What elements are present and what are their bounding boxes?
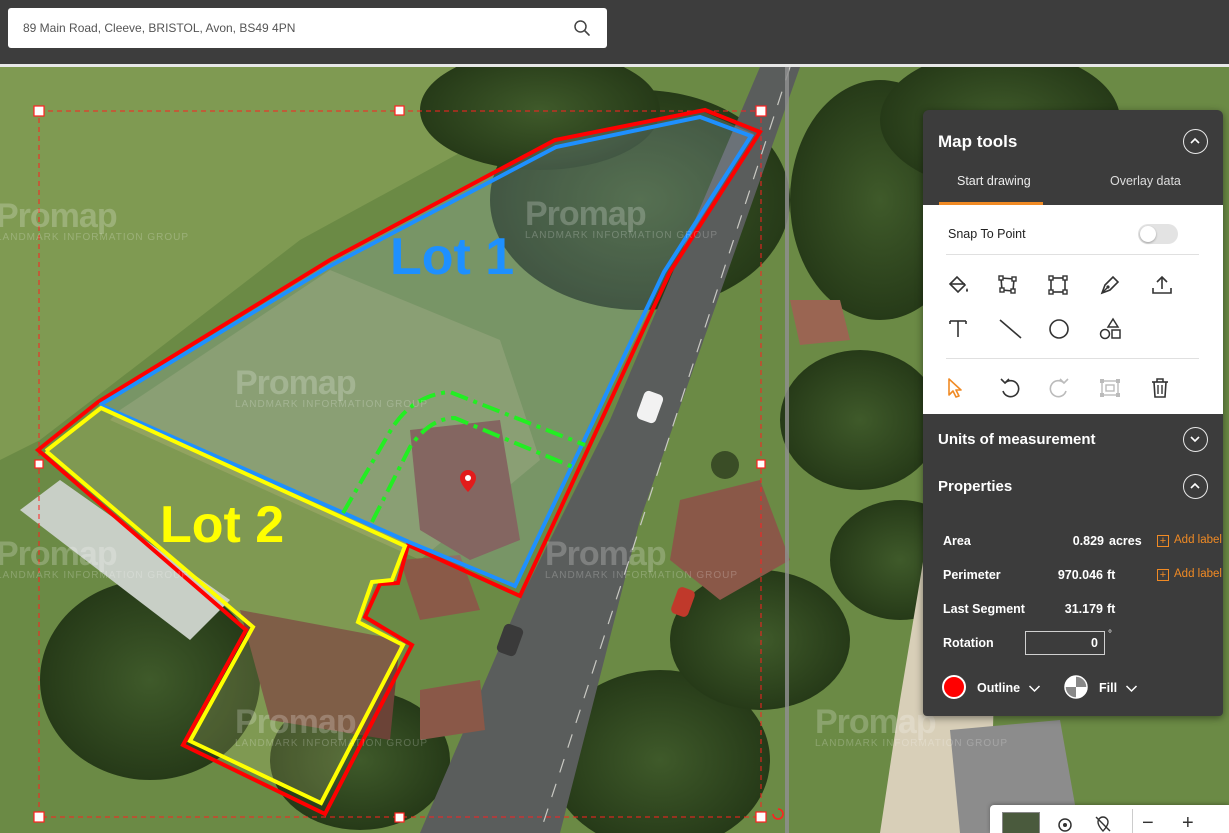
units-of-measurement-title[interactable]: Units of measurement [938,431,1096,448]
undo-button[interactable] [996,374,1024,402]
text-tool-button[interactable] [944,315,972,343]
select-area-button[interactable] [1096,374,1124,402]
pen-tool-button[interactable] [1096,271,1124,299]
expand-units-button[interactable] [1183,427,1208,452]
area-add-label-button[interactable]: + Add label [1157,534,1222,547]
undo-icon [1000,378,1020,398]
select-cursor-button[interactable] [941,374,969,402]
area-unit: acres [1109,534,1142,548]
rectangle-tool-button[interactable] [1044,271,1072,299]
outline-label[interactable]: Outline [977,681,1020,695]
basemap-thumbnail[interactable] [1002,812,1040,833]
hide-location-icon[interactable] [1092,813,1114,833]
chevron-up-icon [1190,137,1200,144]
chevron-down-icon[interactable] [1028,684,1041,693]
collapse-map-tools-button[interactable] [1183,129,1208,154]
paint-bucket-icon [948,275,968,294]
perimeter-label: Perimeter [943,568,1001,582]
rectangle-icon [1048,275,1068,295]
upload-shape-button[interactable] [1148,271,1176,299]
plus-icon: + [1157,535,1169,547]
chevron-down-icon[interactable] [1125,684,1138,693]
polygon-icon [998,275,1017,294]
perimeter-value: 970.046 [1057,568,1103,582]
zoom-out-button[interactable]: − [1142,813,1154,833]
promap-watermark: Promap LANDMARK INFORMATION GROUP [235,364,429,410]
last-segment-unit: ft [1107,602,1116,616]
perimeter-unit: ft [1107,568,1116,582]
polygon-tool-button[interactable] [994,271,1022,299]
pen-icon [1100,275,1120,295]
map-tools-header: Map tools [923,110,1223,170]
properties-title: Properties [938,478,1013,495]
promap-watermark: Promap LANDMARK INFORMATION GROUP [0,197,190,243]
select-box-icon [1100,379,1120,397]
search-icon[interactable] [573,19,591,37]
rotation-input[interactable]: 0 [1025,631,1105,655]
area-label: Area [943,534,971,548]
lot-2-label: Lot 2 [160,496,285,554]
promap-watermark: Promap LANDMARK INFORMATION GROUP [525,195,719,241]
search-input[interactable]: 89 Main Road, Cleeve, BRISTOL, Avon, BS4… [23,21,295,35]
redo-icon [1049,378,1069,398]
locate-icon[interactable] [1054,813,1076,833]
map-controls-bar: − + [990,805,1229,833]
circle-tool-button[interactable] [1045,315,1073,343]
shapes-tool-button[interactable] [1096,315,1124,343]
upload-icon [1152,275,1172,294]
fill-color-swatch[interactable] [1064,675,1088,699]
perimeter-add-label-button[interactable]: + Add label [1157,568,1222,581]
line-icon [999,319,1022,339]
cursor-icon [948,378,962,398]
tab-overlay-data[interactable]: Overlay data [1110,174,1181,188]
outline-color-swatch[interactable] [942,675,966,699]
map-tools-panel: Map tools Start drawing Overlay data Sna… [923,110,1223,716]
divider [1132,809,1133,833]
text-icon [949,320,967,337]
last-segment-label: Last Segment [943,602,1025,616]
divider [946,358,1199,359]
chevron-down-icon [1190,436,1200,443]
snap-to-point-toggle[interactable] [1138,224,1178,244]
address-search-box[interactable]: 89 Main Road, Cleeve, BRISTOL, Avon, BS4… [8,8,607,48]
line-tool-button[interactable] [996,315,1024,343]
top-bar: 89 Main Road, Cleeve, BRISTOL, Avon, BS4… [0,0,1229,66]
rotation-unit: ° [1108,629,1112,640]
drawing-tools: Snap To Point [923,205,1223,414]
chevron-up-icon [1190,482,1200,489]
zoom-in-button[interactable]: + [1182,813,1194,833]
lot-1-label: Lot 1 [390,228,515,286]
shapes-icon [1099,317,1121,340]
snap-to-point-label: Snap To Point [948,227,1026,241]
delete-button[interactable] [1146,374,1174,402]
tab-start-drawing[interactable]: Start drawing [957,174,1031,188]
promap-watermark: Promap LANDMARK INFORMATION GROUP [545,535,739,581]
promap-watermark: Promap LANDMARK INFORMATION GROUP [235,703,429,749]
last-segment-value: 31.179 [1064,602,1103,616]
area-value: 0.829 [1072,534,1104,548]
rotation-label: Rotation [943,636,994,650]
trash-icon [1152,378,1168,398]
redo-button[interactable] [1045,374,1073,402]
divider [946,254,1199,255]
panel-title: Map tools [938,132,1018,151]
fill-label[interactable]: Fill [1099,681,1117,695]
fill-tool-button[interactable] [944,271,972,299]
circle-icon [1049,319,1069,339]
collapse-properties-button[interactable] [1183,474,1208,499]
plus-icon: + [1157,569,1169,581]
